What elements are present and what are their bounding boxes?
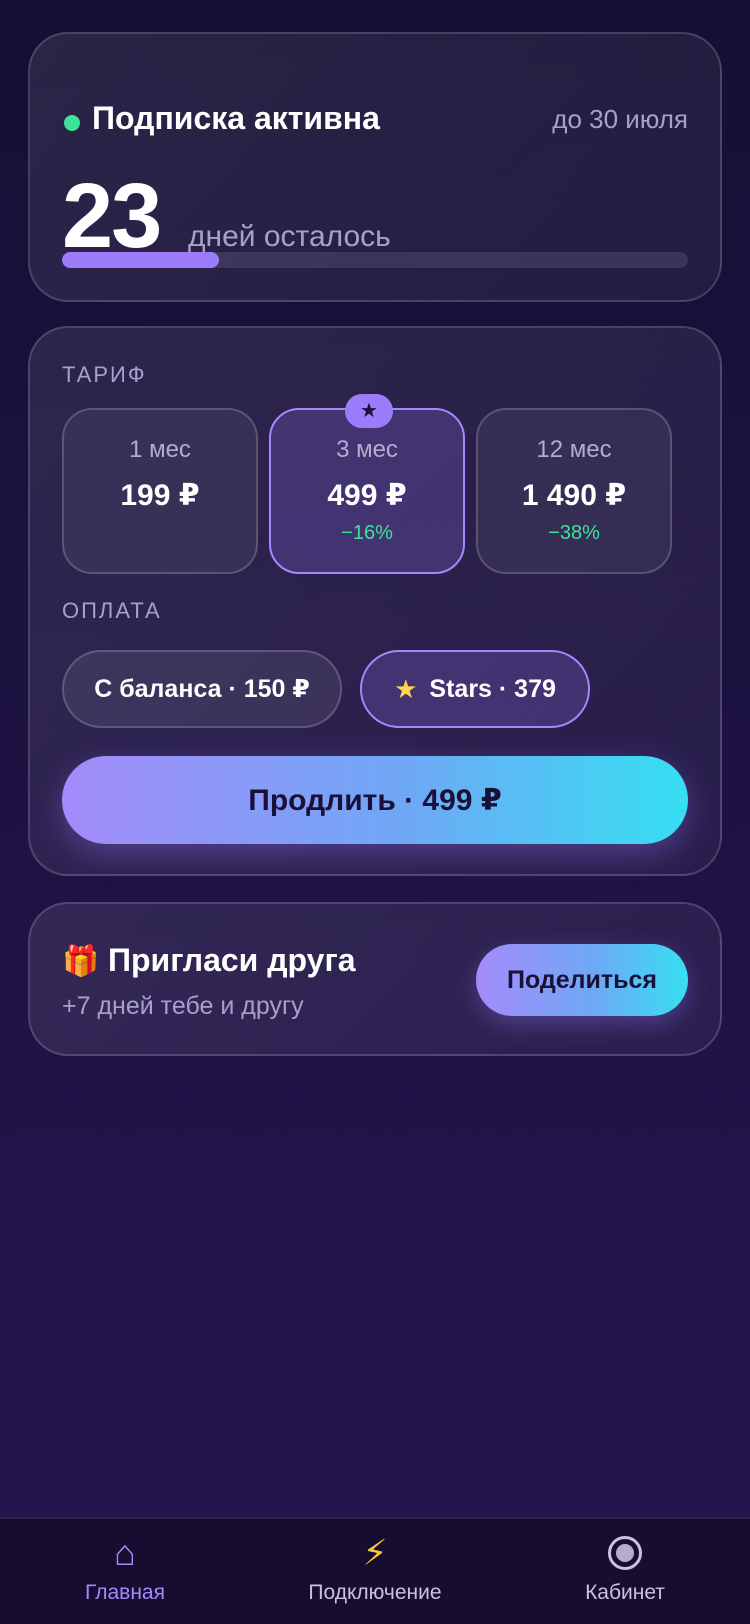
lightning-icon: ⚡ xyxy=(362,1532,388,1573)
tariff-section-label: ТАРИФ xyxy=(62,362,147,387)
nav-item-connection[interactable]: ⚡ Подключение xyxy=(250,1519,500,1624)
bottom-navigation: ⌂ Главная ⚡ Подключение Кабинет xyxy=(0,1517,750,1624)
nav-label-home: Главная xyxy=(85,1581,165,1604)
plan-price: 499 ₽ xyxy=(327,479,407,512)
plan-period: 1 мес xyxy=(129,436,191,463)
pay-with-stars-button[interactable]: ★ Stars · 379 xyxy=(360,650,590,728)
plan-price: 199 ₽ xyxy=(120,479,200,512)
subscription-progress-fill xyxy=(62,252,219,268)
gift-icon: 🎁 xyxy=(62,945,100,978)
nav-label-connection: Подключение xyxy=(308,1581,442,1604)
profile-circle-icon xyxy=(500,1533,750,1578)
renew-subscription-button[interactable]: Продлить · 499 ₽ xyxy=(62,756,688,844)
plan-discount: −16% xyxy=(341,522,393,544)
nav-label-cabinet: Кабинет xyxy=(585,1581,665,1604)
invite-title: Пригласи друга xyxy=(108,942,356,978)
home-icon: ⌂ xyxy=(114,1532,136,1573)
pay-with-stars-label: Stars · 379 xyxy=(429,674,556,703)
days-left-label: дней осталось xyxy=(188,220,391,253)
nav-item-cabinet[interactable]: Кабинет xyxy=(500,1519,750,1624)
plan-price: 1 490 ₽ xyxy=(521,479,627,512)
tariff-card: ТАРИФ 1 мес 199 ₽ ★ 3 мес 499 ₽ −16% 12 … xyxy=(28,326,722,876)
recommended-star-icon: ★ xyxy=(345,394,393,428)
invite-friend-card: 🎁 Пригласи друга +7 дней тебе и другу По… xyxy=(28,902,722,1056)
plan-option-12-months[interactable]: 12 мес 1 490 ₽ −38% xyxy=(476,408,672,574)
payment-section-label: ОПЛАТА xyxy=(62,598,162,623)
share-button-label: Поделиться xyxy=(506,965,658,994)
subscription-progress-bar xyxy=(62,252,688,268)
status-active-indicator xyxy=(64,115,80,131)
share-button[interactable]: Поделиться xyxy=(476,944,688,1016)
renew-button-label: Продлить · 499 ₽ xyxy=(248,783,502,817)
subscription-status-title: Подписка активна xyxy=(92,100,380,136)
invite-subtitle: +7 дней тебе и другу xyxy=(62,992,304,1020)
pay-from-balance-button[interactable]: С баланса · 150 ₽ xyxy=(62,650,342,728)
plan-period: 12 мес xyxy=(536,436,612,463)
star-icon: ★ xyxy=(394,673,418,704)
subscription-status-card: Подписка активна до 30 июля 23 дней оста… xyxy=(28,32,722,302)
plan-period: 3 мес xyxy=(336,436,398,463)
nav-item-home[interactable]: ⌂ Главная xyxy=(0,1519,250,1624)
plan-discount: −38% xyxy=(548,522,600,544)
subscription-end-date: до 30 июля xyxy=(552,104,688,134)
plan-option-3-months[interactable]: ★ 3 мес 499 ₽ −16% xyxy=(269,394,465,574)
pay-from-balance-label: С баланса · 150 ₽ xyxy=(94,675,310,703)
plan-option-1-month[interactable]: 1 мес 199 ₽ xyxy=(62,408,258,574)
